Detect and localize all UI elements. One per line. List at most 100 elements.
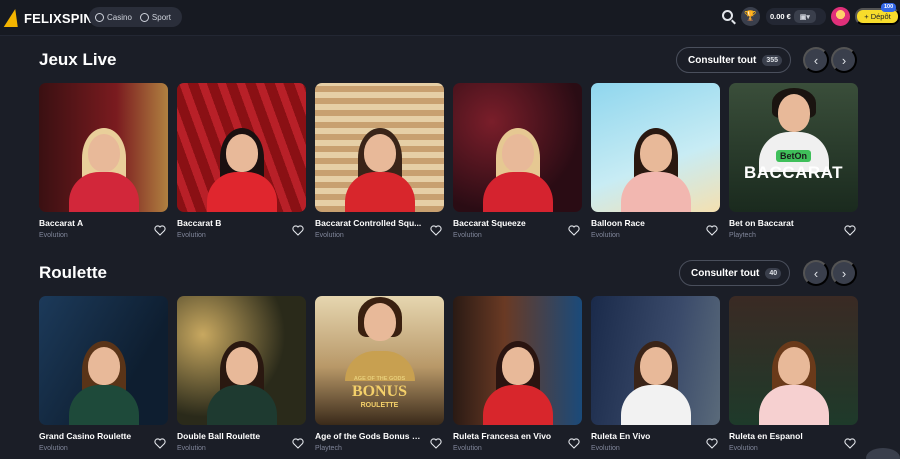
chevron-left-icon: ‹ xyxy=(813,52,819,68)
game-card[interactable]: Double Ball Roulette Evolution xyxy=(177,296,306,452)
game-title: Baccarat Controlled Squ... xyxy=(315,218,422,228)
favorite-heart-icon[interactable] xyxy=(154,438,166,449)
game-thumbnail[interactable] xyxy=(591,83,720,212)
game-card[interactable]: Ruleta en Espanol Evolution xyxy=(729,296,858,452)
game-thumbnail[interactable] xyxy=(177,83,306,212)
game-provider: Evolution xyxy=(39,232,68,239)
favorite-heart-icon[interactable] xyxy=(154,225,166,236)
next-arrow-live[interactable]: › xyxy=(831,47,857,73)
prev-arrow-roulette[interactable]: ‹ xyxy=(803,260,829,286)
bet-on-badge: BetOn xyxy=(776,150,811,162)
see-all-label: Consulter tout xyxy=(691,267,760,279)
game-thumbnail[interactable] xyxy=(39,83,168,212)
favorite-heart-icon[interactable] xyxy=(430,438,442,449)
favorite-heart-icon[interactable] xyxy=(568,225,580,236)
next-arrow-roulette[interactable]: › xyxy=(831,260,857,286)
game-thumbnail[interactable] xyxy=(177,296,306,425)
chevron-right-icon: › xyxy=(841,265,847,281)
chevron-right-icon: › xyxy=(841,52,847,68)
game-title: Baccarat B xyxy=(177,218,222,228)
game-provider: Evolution xyxy=(453,445,482,452)
game-title: Baccarat Squeeze xyxy=(453,218,526,228)
favorite-heart-icon[interactable] xyxy=(844,225,856,236)
section-title-live: Jeux Live xyxy=(39,50,117,69)
game-title: Grand Casino Roulette xyxy=(39,431,132,441)
game-provider: Evolution xyxy=(177,232,206,239)
nav-casino-label: Casino xyxy=(107,12,132,22)
game-title: Balloon Race xyxy=(591,218,645,228)
chevron-down-icon: ▾ xyxy=(806,13,810,21)
trophy-icon[interactable]: 🏆 xyxy=(741,7,760,26)
game-card[interactable]: Baccarat B Evolution xyxy=(177,83,306,239)
game-card[interactable]: Balloon Race Evolution xyxy=(591,83,720,239)
game-provider: Playtech xyxy=(729,232,756,239)
favorite-heart-icon[interactable] xyxy=(430,225,442,236)
nav-casino[interactable]: Casino xyxy=(95,12,132,22)
game-card[interactable]: Grand Casino Roulette Evolution xyxy=(39,296,168,452)
favorite-heart-icon[interactable] xyxy=(706,225,718,236)
balance-amount: 0.00 € xyxy=(770,12,791,21)
game-title: Bet on Baccarat xyxy=(729,218,794,228)
see-all-label: Consulter tout xyxy=(688,54,757,66)
game-provider: Evolution xyxy=(729,445,758,452)
game-provider: Evolution xyxy=(39,445,68,452)
game-card[interactable]: BetOn BACCARAT Bet on Baccarat Playtech xyxy=(729,83,858,239)
see-all-live-button[interactable]: Consulter tout 355 xyxy=(676,47,792,73)
see-all-count: 355 xyxy=(762,54,783,66)
logo-text: FELIXSPIN xyxy=(24,10,93,26)
main-nav: Casino Sport xyxy=(89,7,182,27)
nav-sport-label: Sport xyxy=(151,12,172,22)
avatar[interactable] xyxy=(831,7,850,26)
favorite-heart-icon[interactable] xyxy=(706,438,718,449)
logo[interactable]: FELIXSPIN xyxy=(4,5,93,31)
nav-sport[interactable]: Sport xyxy=(139,12,172,22)
deposit-badge: 100 xyxy=(881,3,897,12)
balance-widget[interactable]: 0.00 € ▣ ▾ xyxy=(766,8,826,25)
game-title: Baccarat A xyxy=(39,218,84,228)
game-title: Ruleta en Espanol xyxy=(729,431,803,441)
search-icon[interactable] xyxy=(722,10,733,21)
baccarat-logo-text: BACCARAT xyxy=(743,163,844,182)
see-all-roulette-button[interactable]: Consulter tout 40 xyxy=(679,260,791,286)
game-provider: Evolution xyxy=(591,232,620,239)
favorite-heart-icon[interactable] xyxy=(844,438,856,449)
logo-mark-icon xyxy=(4,7,22,29)
game-provider: Evolution xyxy=(315,232,344,239)
section-title-roulette: Roulette xyxy=(39,263,107,282)
game-provider: Playtech xyxy=(315,445,342,452)
game-card[interactable]: Ruleta En Vivo Evolution xyxy=(591,296,720,452)
game-thumbnail[interactable]: BetOn BACCARAT xyxy=(729,83,858,212)
deposit-label: Dépôt xyxy=(870,12,891,21)
bonus-logo-text: BONUS xyxy=(351,383,408,400)
wallet-dropdown[interactable]: ▣ ▾ xyxy=(793,10,816,23)
game-thumbnail[interactable] xyxy=(729,296,858,425)
roulette-logo-text: ROULETTE xyxy=(360,402,399,409)
chevron-left-icon: ‹ xyxy=(813,265,819,281)
game-thumbnail[interactable]: AGE OF THE GODS BONUS ROULETTE xyxy=(315,296,444,425)
top-bar: FELIXSPIN Casino Sport 🏆 0.00 € ▣ ▾ + Dé… xyxy=(0,0,900,36)
favorite-heart-icon[interactable] xyxy=(292,225,304,236)
casino-icon xyxy=(95,12,104,22)
game-card[interactable]: Baccarat Squeeze Evolution xyxy=(453,83,582,239)
game-thumbnail[interactable] xyxy=(453,296,582,425)
sport-ball-icon xyxy=(139,12,149,22)
prev-arrow-live[interactable]: ‹ xyxy=(803,47,829,73)
game-card[interactable]: Ruleta Francesa en Vivo Evolution xyxy=(453,296,582,452)
game-card[interactable]: Baccarat A Evolution xyxy=(39,83,168,239)
favorite-heart-icon[interactable] xyxy=(568,438,580,449)
game-thumbnail[interactable] xyxy=(591,296,720,425)
game-provider: Evolution xyxy=(591,445,620,452)
game-title: Ruleta En Vivo xyxy=(591,431,651,441)
game-thumbnail[interactable] xyxy=(453,83,582,212)
game-title: Ruleta Francesa en Vivo xyxy=(453,431,552,441)
plus-icon: + xyxy=(864,12,869,21)
favorite-heart-icon[interactable] xyxy=(292,438,304,449)
game-provider: Evolution xyxy=(177,445,206,452)
game-title: Double Ball Roulette xyxy=(177,431,261,441)
game-card[interactable]: AGE OF THE GODS BONUS ROULETTE Age of th… xyxy=(315,296,444,452)
game-thumbnail[interactable] xyxy=(315,83,444,212)
scroll-top-button[interactable] xyxy=(866,448,900,459)
game-card[interactable]: Baccarat Controlled Squ... Evolution xyxy=(315,83,444,239)
game-title: Age of the Gods Bonus R... xyxy=(315,431,425,441)
game-thumbnail[interactable] xyxy=(39,296,168,425)
